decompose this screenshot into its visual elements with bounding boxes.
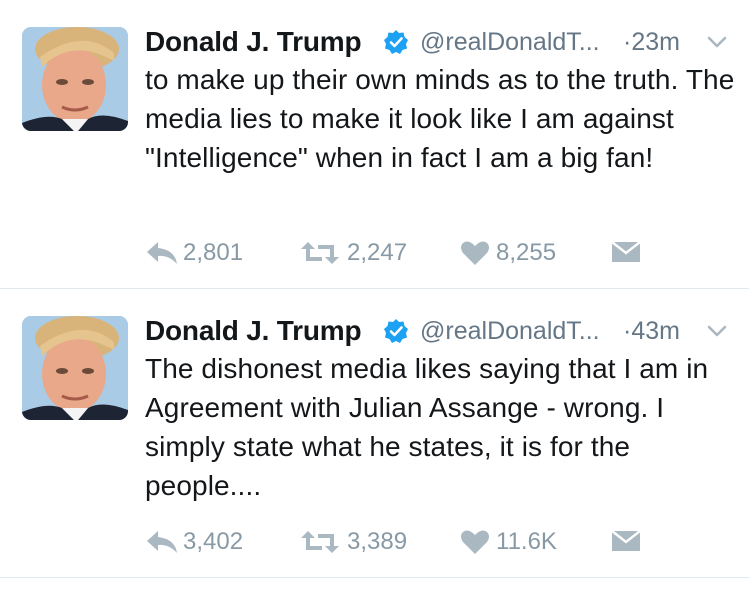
author-name[interactable]: Donald J. Trump xyxy=(145,24,362,60)
timestamp[interactable]: ·23m xyxy=(623,24,680,60)
author-handle[interactable]: @realDonaldT... xyxy=(420,313,600,349)
author-name[interactable]: Donald J. Trump xyxy=(145,313,362,349)
tweet-text: to make up their own minds as to the tru… xyxy=(145,64,735,173)
avatar[interactable] xyxy=(22,27,128,131)
tweet-feed: Donald J. Trump @realDonaldT... ·23m to … xyxy=(0,0,749,589)
tweet-header: Donald J. Trump @realDonaldT... ·23m xyxy=(145,24,735,60)
chevron-down-icon[interactable] xyxy=(705,322,729,340)
reply-count: 3,402 xyxy=(183,528,244,555)
tweet[interactable]: Donald J. Trump @realDonaldT... ·23m to … xyxy=(0,0,749,288)
tweet-actions: 2,801 2,247 8,255 xyxy=(145,236,665,270)
chevron-down-icon[interactable] xyxy=(705,33,729,51)
direct-message-icon xyxy=(611,241,641,262)
verified-badge-icon xyxy=(383,318,409,344)
verified-badge-icon xyxy=(383,29,409,55)
heart-icon xyxy=(461,530,489,554)
author-handle[interactable]: @realDonaldT... xyxy=(420,24,600,60)
like-count: 8,255 xyxy=(496,239,557,266)
retweet-icon xyxy=(301,531,339,553)
tweet-header: Donald J. Trump @realDonaldT... ·43m xyxy=(145,313,735,349)
like-count: 11.6K xyxy=(496,528,557,555)
tweet[interactable]: Donald J. Trump @realDonaldT... ·43m The… xyxy=(0,289,749,577)
reply-count: 2,801 xyxy=(183,239,244,266)
reply-icon xyxy=(147,531,177,553)
reply-icon xyxy=(147,242,177,264)
divider xyxy=(0,577,749,578)
avatar[interactable] xyxy=(22,316,128,420)
retweet-count: 3,389 xyxy=(347,528,408,555)
tweet-actions: 3,402 3,389 11.6K xyxy=(145,525,665,559)
retweet-count: 2,247 xyxy=(347,239,408,266)
retweet-icon xyxy=(301,242,339,264)
tweet-text: The dishonest media likes saying that I … xyxy=(145,353,709,501)
direct-message-icon xyxy=(611,530,641,551)
timestamp[interactable]: ·43m xyxy=(623,313,680,349)
heart-icon xyxy=(461,241,489,265)
